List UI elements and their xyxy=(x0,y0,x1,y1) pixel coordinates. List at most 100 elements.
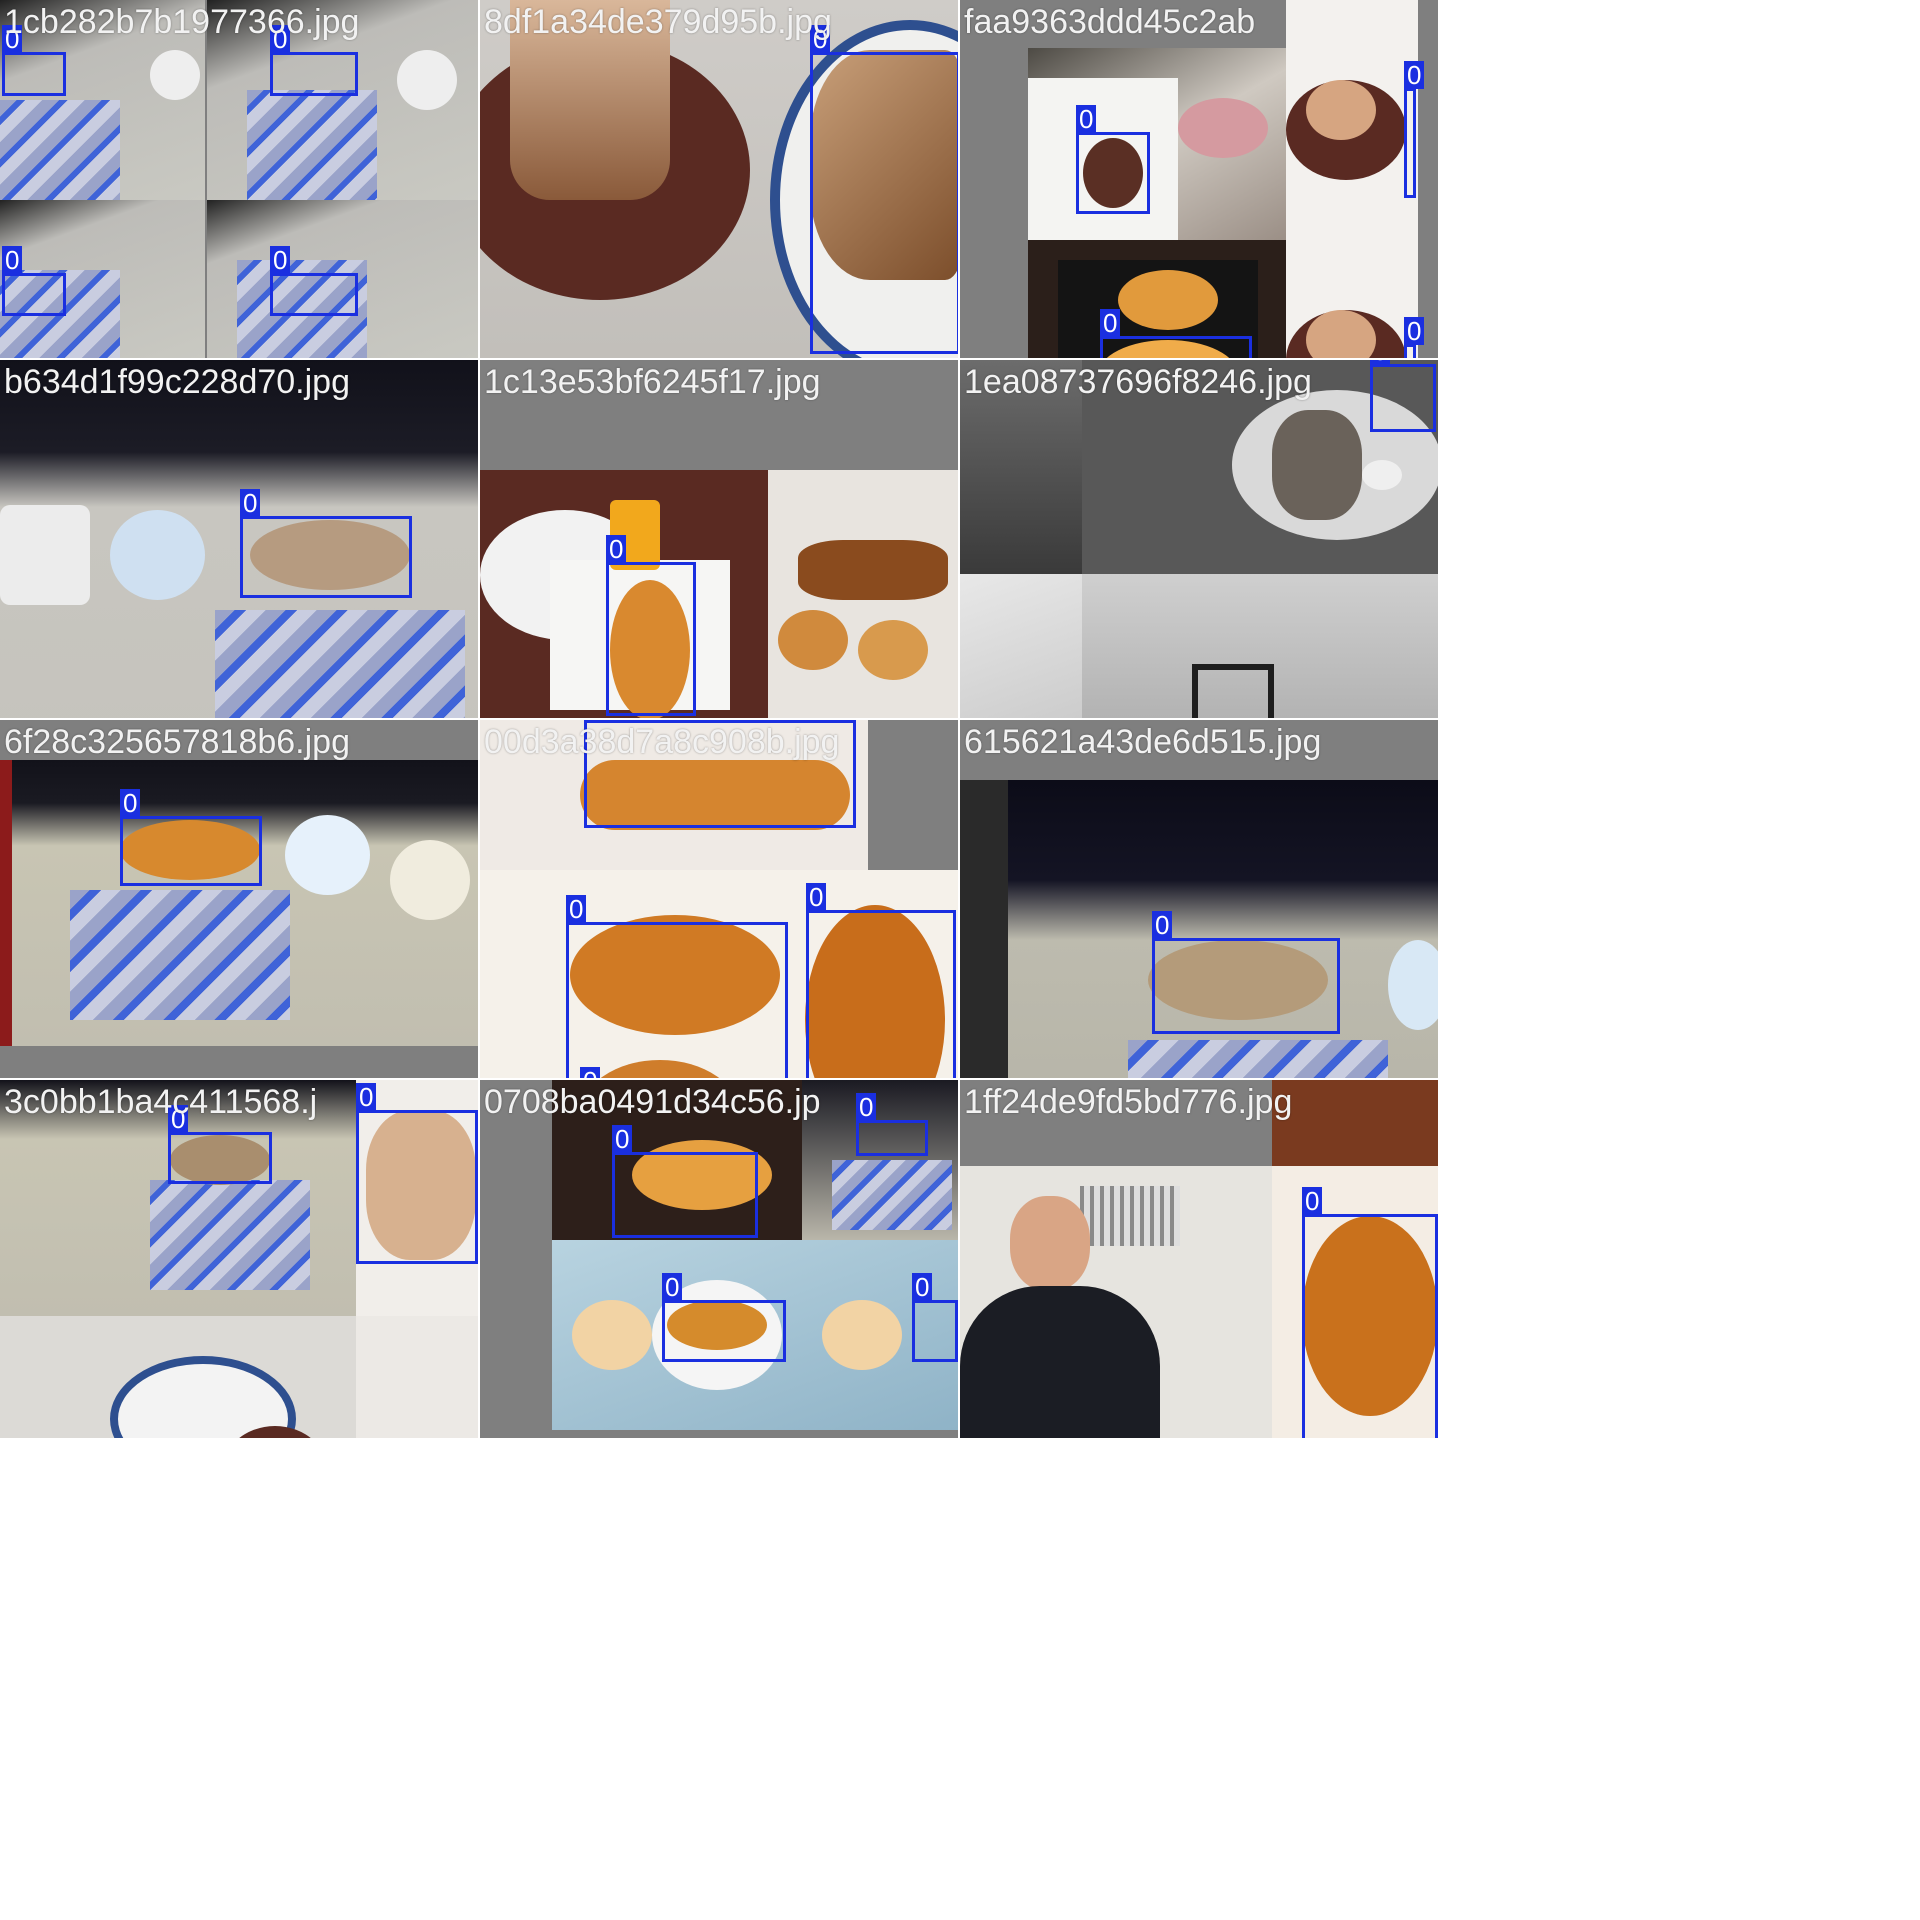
mosaic-tile: 0 0 1ff24de9fd5bd776.jpg xyxy=(960,1080,1438,1438)
person-body xyxy=(960,1286,1160,1438)
detection-box: 0 xyxy=(1076,105,1150,214)
image-filename: 1c13e53bf6245f17.jpg xyxy=(484,363,821,401)
foil-tray xyxy=(0,100,120,200)
class-label: 0 xyxy=(806,883,827,911)
foil-tray xyxy=(70,890,290,1020)
foil-tray xyxy=(1128,1040,1388,1078)
detection-box: 0 xyxy=(810,25,958,354)
coffee-cup xyxy=(1306,80,1376,140)
image-filename: 6f28c325657818b6.jpg xyxy=(4,723,350,761)
class-label: 0 xyxy=(612,1125,633,1153)
cup xyxy=(397,50,457,110)
detection-box: 0 xyxy=(240,489,412,598)
photo-region xyxy=(1272,1080,1438,1166)
photo-region xyxy=(0,0,205,200)
photo-region xyxy=(0,760,478,1046)
class-label: 0 xyxy=(2,246,23,274)
foil-tray xyxy=(832,1160,952,1230)
mosaic-tile: 0 8df1a34de379d95b.jpg xyxy=(480,0,958,358)
class-label: 0 xyxy=(1404,61,1425,89)
class-label: 0 xyxy=(1370,360,1391,365)
photo-region xyxy=(960,1166,1272,1438)
bread xyxy=(1272,410,1362,520)
class-label: 0 xyxy=(270,25,291,53)
cup xyxy=(0,505,90,605)
photo-region xyxy=(768,470,958,718)
latte-cup xyxy=(572,1300,652,1370)
class-label: 0 xyxy=(580,1067,601,1078)
class-label: 0 xyxy=(168,1105,189,1133)
detection-box: 0 xyxy=(912,1273,958,1362)
class-label: 0 xyxy=(1152,911,1173,939)
class-label: 0 xyxy=(240,489,261,517)
class-label: 0 xyxy=(606,535,627,563)
image-filename: 1ff24de9fd5bd776.jpg xyxy=(964,1083,1293,1121)
foil-tray xyxy=(247,90,377,200)
detection-box: 0 xyxy=(584,720,856,828)
latte-cup xyxy=(822,1300,902,1370)
detection-box: 0 xyxy=(662,1273,786,1362)
mosaic-tile: 0 6f28c325657818b6.jpg xyxy=(0,720,478,1078)
mosaic-tile: 0 0 0 0 1c13e53bf6245f17.jpg xyxy=(480,360,958,718)
foil-tray xyxy=(215,610,465,718)
detection-box: 0 xyxy=(168,1105,272,1184)
photo-region xyxy=(960,780,1008,1078)
class-label: 0 xyxy=(1302,1187,1323,1215)
detection-box: 0 xyxy=(1302,1187,1438,1438)
red-edge xyxy=(0,760,12,1046)
detection-box: 0 xyxy=(1370,360,1436,432)
mosaic-tile: 0 0 0 0 3c0bb1ba4c411568.j xyxy=(0,1080,478,1438)
croissant xyxy=(1118,270,1218,330)
detection-box: 0 xyxy=(1404,61,1425,198)
mosaic-tile: 0 0 0 0 faa9363ddd45c2ab xyxy=(960,0,1438,358)
mosaic-tile: 0 0 0 0 1cb282b7b1977366.jpg xyxy=(0,0,478,358)
mosaic-tile: 0 0 0 0 0708ba0491d34c56.jp xyxy=(480,1080,958,1438)
mosaic-tile: 0 615621a43de6d515.jpg xyxy=(960,720,1438,1078)
detection-box: 0 xyxy=(356,1083,478,1264)
detection-box: 0 xyxy=(1404,317,1425,358)
mosaic-tile: 0 0 0 0 0 0 00d3a38d7a8c908b.jpg xyxy=(480,720,958,1078)
class-label: 0 xyxy=(856,1093,877,1121)
detection-box: 0 xyxy=(1152,911,1340,1034)
donut xyxy=(778,610,848,670)
coffee-cup xyxy=(510,0,670,200)
photo-region xyxy=(0,1316,356,1438)
mosaic-tile: 0 b634d1f99c228d70.jpg xyxy=(0,360,478,718)
class-label: 0 xyxy=(584,720,605,721)
yogurt-cup xyxy=(1388,940,1438,1030)
class-label: 0 xyxy=(912,1273,933,1301)
detection-box: 0 xyxy=(270,246,358,316)
class-label: 0 xyxy=(662,1273,683,1301)
wall-vent xyxy=(1080,1186,1180,1246)
mosaic-tile: 0 1ea08737696f8246.jpg xyxy=(960,360,1438,718)
detection-box: 0 xyxy=(612,1125,758,1238)
suitcase-handle xyxy=(1192,664,1274,718)
class-label: 0 xyxy=(810,25,831,53)
pastries xyxy=(798,540,948,600)
detection-box: 0 xyxy=(1100,309,1252,358)
photo-region xyxy=(960,360,1082,574)
detection-box: 0 xyxy=(2,25,66,96)
class-label: 0 xyxy=(2,25,23,53)
class-label: 0 xyxy=(1404,317,1425,345)
detection-box: 0 xyxy=(856,1093,928,1156)
ramekin xyxy=(1362,460,1402,490)
detection-box: 0 xyxy=(606,535,696,716)
photo-region xyxy=(1286,240,1418,358)
class-label: 0 xyxy=(270,246,291,274)
detection-box: 0 xyxy=(270,25,358,96)
detection-box: 0 xyxy=(120,789,262,886)
detection-box: 0 xyxy=(2,246,66,316)
person-head xyxy=(1010,1196,1090,1291)
cup xyxy=(150,50,200,100)
photo-region xyxy=(1028,48,1286,240)
class-label: 0 xyxy=(120,789,141,817)
yogurt-cup xyxy=(110,510,205,600)
class-label: 0 xyxy=(1100,309,1121,337)
foil-tray xyxy=(150,1180,310,1290)
detection-box: 0 xyxy=(806,883,956,1078)
image-filename: 615621a43de6d515.jpg xyxy=(964,723,1322,761)
photo-region xyxy=(207,0,478,200)
donut xyxy=(858,620,928,680)
class-label: 0 xyxy=(1076,105,1097,133)
